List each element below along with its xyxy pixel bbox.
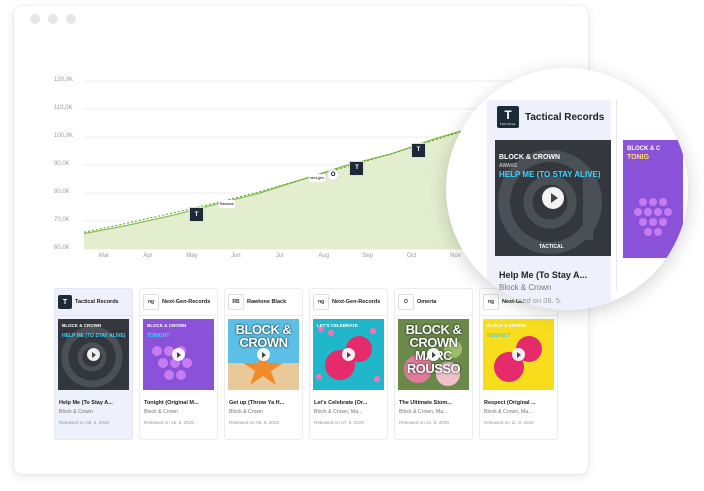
- x-tick-label: Jul: [275, 253, 284, 259]
- play-icon[interactable]: [87, 348, 100, 361]
- label-name[interactable]: Next-Gen-Records: [162, 299, 210, 305]
- release-marker-tactical[interactable]: T: [410, 142, 426, 158]
- cover-art[interactable]: BLOCK & CROWN MARC ROUSSO: [398, 319, 469, 390]
- release-date: Released on 11. 8. 2020: [484, 420, 534, 425]
- card-header: ngNext-Gen-Records: [310, 289, 387, 316]
- cover-art[interactable]: BLOCK & CROWN: [228, 319, 299, 390]
- lens-art-sub: AWAKE: [499, 163, 518, 169]
- label-logo-icon: T: [58, 295, 72, 309]
- release-card[interactable]: ngNext-Gen-RecordsBLOCK & CROWNRESPECTRe…: [479, 288, 558, 440]
- label-name[interactable]: Next-Gen-Records: [332, 299, 380, 305]
- lens-next-art-artist: BLOCK & C: [627, 146, 661, 152]
- tactical-logo-icon: T TACTICAL: [497, 106, 519, 128]
- lens-release-card[interactable]: T TACTICAL Tactical Records BLOCK & CROW…: [487, 100, 611, 310]
- lens-art-title: HELP ME (TO STAY ALIVE): [499, 170, 601, 179]
- cover-art[interactable]: LET'S CELEBRATE: [313, 319, 384, 390]
- label-name[interactable]: Tactical Records: [75, 299, 119, 305]
- cover-art-artist: BLOCK & CROWN: [487, 323, 527, 328]
- x-tick-label: Sep: [362, 253, 373, 259]
- cover-art-title: HELP ME (TO STAY ALIVE): [62, 333, 126, 339]
- cover-art-title: RESPECT: [487, 333, 511, 339]
- play-icon[interactable]: [257, 348, 270, 361]
- track-artist: Block & Crown: [229, 409, 264, 415]
- track-artist: Block & Crown, Ma...: [484, 409, 533, 415]
- y-tick-label: 110,0K: [54, 105, 73, 111]
- track-artist: Block & Crown: [59, 409, 94, 415]
- lens-logo-letter: T: [504, 108, 512, 122]
- x-tick-label: Aug: [318, 253, 330, 259]
- x-tick-label: May: [186, 253, 198, 259]
- track-title[interactable]: Help Me (To Stay A...: [59, 400, 129, 406]
- lens-art-footer: TACTICAL: [539, 244, 564, 250]
- track-artist: Block & Crown, Ma...: [314, 409, 363, 415]
- label-name[interactable]: Omerta: [417, 299, 436, 305]
- lens-play-icon[interactable]: [542, 187, 564, 209]
- track-artist: Block & Crown, Ma...: [399, 409, 448, 415]
- release-card[interactable]: T Tactical Records BLOCK & CROWN HELP ME (T…: [54, 288, 133, 440]
- track-title[interactable]: Respect (Original ...: [484, 400, 554, 406]
- play-icon[interactable]: [427, 348, 440, 361]
- release-marker-label[interactable]: next-gen: [308, 173, 325, 182]
- lens-art-artist: BLOCK & CROWN: [499, 154, 561, 161]
- lens-release-date: Released on 08. 5.: [499, 296, 562, 305]
- release-date: Released on 15. 5. 2020: [144, 420, 195, 425]
- release-card[interactable]: RB Rawtone Black BLOCK & CROWN Get up (Thro…: [224, 288, 303, 440]
- card-header: ngNext-Gen-Records: [140, 289, 217, 316]
- lens-next-art-title: TONIG: [627, 154, 650, 161]
- release-date: Released on 07. 8. 2020: [314, 420, 365, 425]
- release-card[interactable]: ng Next-Gen-Records LET'S CELEBRATE Let's C…: [309, 288, 388, 440]
- track-title[interactable]: The Ultimate Stom...: [399, 400, 469, 406]
- release-card[interactable]: ng Next-Gen-Records BLOCK & CROWN TONIGHT To…: [139, 288, 218, 440]
- x-tick-label: Jun: [230, 253, 241, 259]
- release-marker-label[interactable]: Rawtone: [218, 200, 235, 209]
- label-logo-icon: ng: [313, 294, 329, 310]
- y-tick-label: 120,0K: [54, 77, 74, 83]
- cover-art[interactable]: BLOCK & CROWN RESPECT: [483, 319, 554, 390]
- release-marker-tactical[interactable]: T: [189, 207, 205, 223]
- card-header: T Tactical Records: [55, 289, 132, 316]
- cover-art-text: BLOCK & CROWN: [235, 322, 292, 350]
- track-title[interactable]: Get up (Throw Ya H...: [229, 400, 299, 406]
- play-icon[interactable]: [342, 348, 355, 361]
- y-tick-label: 70,0K: [54, 217, 70, 223]
- release-date: Released on 21. 8. 2020: [399, 420, 450, 425]
- magnifier-lens: T TACTICAL Tactical Records BLOCK & CROW…: [446, 68, 688, 310]
- release-date: Released on 05. 6. 2020: [229, 420, 280, 425]
- play-icon[interactable]: [512, 348, 525, 361]
- release-cards: T Tactical Records BLOCK & CROWN HELP ME (T…: [54, 288, 558, 440]
- x-tick-label: Oct: [406, 253, 417, 259]
- track-title[interactable]: Let's Celebrate (Or...: [314, 400, 384, 406]
- play-icon[interactable]: [172, 348, 185, 361]
- lens-card-header: T TACTICAL Tactical Records: [497, 106, 604, 128]
- y-tick-label: 60,0K: [54, 245, 70, 251]
- release-card[interactable]: OOmerta BLOCK & CROWN MARC ROUSSO The Ulti…: [394, 288, 473, 440]
- lens-next-cover-art[interactable]: BLOCK & C TONIG: [623, 140, 683, 258]
- cover-art[interactable]: BLOCK & CROWN HELP ME (TO STAY ALIVE): [58, 319, 129, 390]
- cover-art-artist: BLOCK & CROWN: [62, 323, 102, 328]
- y-tick-label: 100,0K: [54, 133, 74, 139]
- label-logo-icon: ng: [143, 294, 159, 310]
- lens-label-name[interactable]: Tactical Records: [525, 112, 604, 123]
- x-tick-label: Apr: [143, 253, 153, 259]
- release-date: Released on 08. 5. 2020: [59, 420, 110, 425]
- track-artist: Block & Crown: [144, 409, 179, 415]
- lens-track-title[interactable]: Help Me (To Stay A...: [499, 270, 587, 280]
- track-title[interactable]: Tonight (Original M...: [144, 400, 214, 406]
- card-header: RB Rawtone Black: [225, 289, 302, 316]
- lens-track-artist: Block & Crown: [499, 283, 552, 292]
- cover-art-artist: LET'S CELEBRATE: [317, 323, 358, 328]
- label-name[interactable]: Rawtone Black: [247, 299, 286, 305]
- y-tick-label: 80,0K: [54, 189, 70, 195]
- lens-cover-art[interactable]: BLOCK & CROWN AWAKE HELP ME (TO STAY ALI…: [495, 140, 611, 256]
- release-marker-tactical[interactable]: T: [349, 160, 365, 176]
- lens-divider: [616, 100, 617, 290]
- cover-art-artist: BLOCK & CROWN: [147, 323, 187, 328]
- label-logo-icon: RB: [228, 294, 244, 310]
- lens-logo-small: TACTICAL: [500, 122, 516, 126]
- cover-art[interactable]: BLOCK & CROWN TONIGHT: [143, 319, 214, 390]
- cover-art-title: TONIGHT: [147, 333, 170, 339]
- label-logo-icon: O: [398, 294, 414, 310]
- x-tick-label: Mar: [98, 253, 110, 259]
- y-tick-label: 90,0K: [54, 161, 70, 167]
